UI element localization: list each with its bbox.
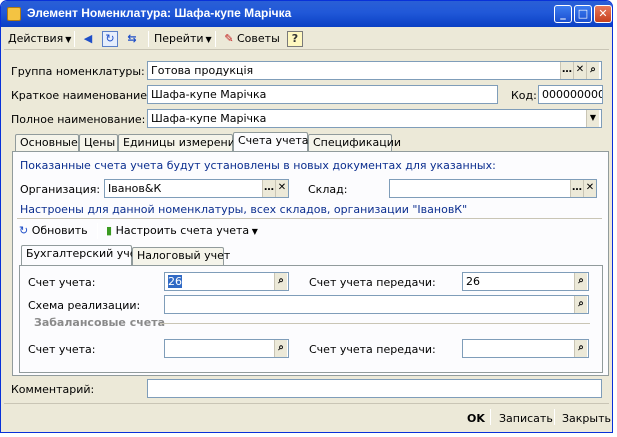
back-arrow-icon[interactable]: ◀ xyxy=(80,30,96,48)
setup-accounts-button[interactable]: ▮ Настроить счета учета ▼ xyxy=(106,224,258,237)
tab-units[interactable]: Единицы измерения xyxy=(118,134,242,152)
account-label: Счет учета: xyxy=(28,276,96,289)
code-label: Код: xyxy=(511,89,537,102)
tab-basic[interactable]: Основные xyxy=(15,134,79,152)
refresh-button[interactable]: ↻ Обновить xyxy=(19,224,88,237)
maximize-button[interactable]: □ xyxy=(574,5,592,23)
offbalance-title: Забалансовые счета xyxy=(34,316,166,329)
toolbar-separator xyxy=(97,223,98,239)
tips-button[interactable]: ✎ Советы xyxy=(221,30,279,48)
refresh-icon[interactable]: ↻ xyxy=(102,30,118,48)
divider xyxy=(160,323,590,324)
search-icon[interactable]: ⌕ xyxy=(274,273,287,290)
app-icon xyxy=(7,7,21,21)
configured-text: Настроены для данной номенклатуры, всех … xyxy=(20,203,468,216)
ok-button[interactable]: OK xyxy=(467,412,485,425)
tips-icon: ✎ xyxy=(224,32,234,45)
transfer-account-label: Счет учета передачи: xyxy=(309,276,436,289)
save-button[interactable]: Записать xyxy=(499,412,553,425)
close-window-button[interactable]: ✕ xyxy=(594,5,612,23)
organization-field[interactable]: Іванов&К … ✕ xyxy=(104,179,289,198)
group-label: Группа номенклатуры: xyxy=(11,65,145,78)
transfer-account-field[interactable]: 26 ⌕ xyxy=(462,272,589,291)
full-name-label: Полное наименование: xyxy=(11,113,146,126)
search-icon[interactable]: ⌕ xyxy=(574,273,587,290)
sales-scheme-field[interactable]: ⌕ xyxy=(164,295,589,314)
offbalance-transfer-field[interactable]: ⌕ xyxy=(462,339,589,358)
full-name-field[interactable]: Шафа-купе Марічка ▼ xyxy=(147,109,602,128)
sales-scheme-label: Схема реализации: xyxy=(28,299,141,312)
comment-field[interactable] xyxy=(147,379,602,398)
accounts-info-text: Показанные счета учета будут установлены… xyxy=(20,159,496,172)
help-icon: ? xyxy=(287,31,303,47)
actions-menu[interactable]: Действия ▼ xyxy=(8,30,71,48)
subtab-accounting[interactable]: Бухгалтерский учет xyxy=(21,245,143,265)
toolbar-separator xyxy=(74,31,75,47)
short-name-label: Краткое наименование: xyxy=(11,89,151,102)
search-icon[interactable]: ⌕ xyxy=(274,340,287,357)
toolbar-separator xyxy=(554,409,555,425)
select-button[interactable]: … xyxy=(262,180,275,197)
select-button[interactable]: … xyxy=(560,62,573,79)
group-field[interactable]: Готова продукція … ✕ ⌕ xyxy=(147,61,602,80)
search-icon[interactable]: ⌕ xyxy=(574,296,587,313)
offbalance-transfer-label: Счет учета передачи: xyxy=(309,343,436,356)
warehouse-label: Склад: xyxy=(308,183,348,196)
dropdown-icon[interactable]: ▼ xyxy=(586,110,599,127)
select-button[interactable]: … xyxy=(570,180,583,197)
clear-icon[interactable]: ✕ xyxy=(275,180,288,197)
goto-menu[interactable]: Перейти ▼ xyxy=(154,30,212,48)
warehouse-field[interactable]: … ✕ xyxy=(389,179,597,198)
subtab-tax[interactable]: Налоговый учет xyxy=(132,247,230,265)
organization-label: Организация: xyxy=(20,183,101,196)
title-bar[interactable]: Элемент Номенклатура: Шафа-купе Марічка … xyxy=(1,1,612,27)
accounts-panel: Показанные счета учета будут установлены… xyxy=(12,151,609,376)
window-title: Элемент Номенклатура: Шафа-купе Марічка xyxy=(27,6,292,20)
toolbar: Действия ▼ ◀ ↻ ⇆ Перейти ▼ ✎ Советы ? xyxy=(4,28,609,50)
subtab-panel: Счет учета: 26 ⌕ Счет учета передачи: 26… xyxy=(19,265,603,373)
code-field[interactable]: 0000000000 xyxy=(538,85,603,104)
toolbar-separator xyxy=(215,31,216,47)
tab-prices[interactable]: Цены xyxy=(79,134,118,152)
short-name-field[interactable]: Шафа-купе Марічка xyxy=(147,85,498,104)
account-field[interactable]: 26 ⌕ xyxy=(164,272,289,291)
setup-icon: ▮ xyxy=(106,224,113,237)
tab-accounts[interactable]: Счета учета xyxy=(233,132,309,152)
search-icon[interactable]: ⌕ xyxy=(586,62,599,79)
minimize-button[interactable]: _ xyxy=(554,5,572,23)
toolbar-separator xyxy=(490,409,491,425)
search-icon[interactable]: ⌕ xyxy=(574,340,587,357)
help-button[interactable]: ? xyxy=(287,30,303,48)
close-button[interactable]: Закрыть xyxy=(562,412,611,425)
divider xyxy=(17,218,602,219)
comment-label: Комментарий: xyxy=(11,383,95,396)
clear-icon[interactable]: ✕ xyxy=(573,62,586,79)
offbalance-account-label: Счет учета: xyxy=(28,343,96,356)
tab-specifications[interactable]: Спецификации xyxy=(308,134,401,152)
form-window: Элемент Номенклатура: Шафа-купе Марічка … xyxy=(0,0,613,433)
toolbar-separator xyxy=(148,31,149,47)
refresh-icon: ↻ xyxy=(19,224,29,237)
offbalance-account-field[interactable]: ⌕ xyxy=(164,339,289,358)
structure-icon[interactable]: ⇆ xyxy=(124,30,140,48)
footer-divider xyxy=(4,403,609,404)
clear-icon[interactable]: ✕ xyxy=(583,180,596,197)
